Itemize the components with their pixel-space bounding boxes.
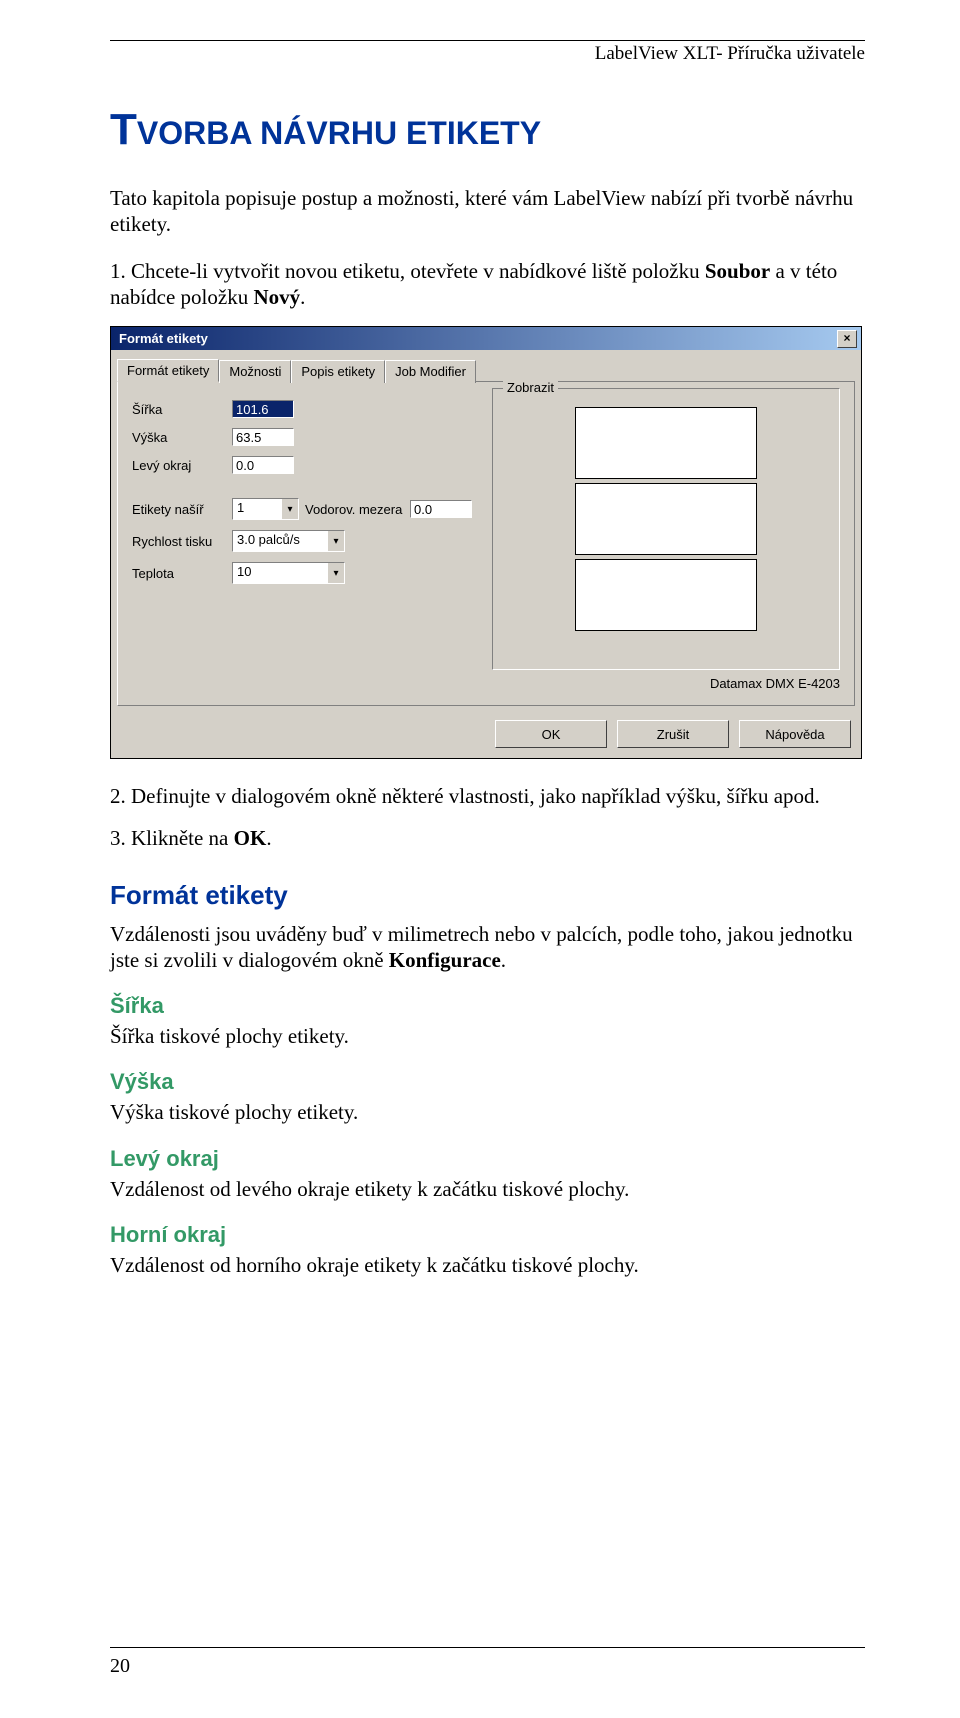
heading-vyska: Výška bbox=[110, 1069, 865, 1095]
step-3: 3. Klikněte na OK. bbox=[110, 825, 865, 851]
dialog-left-column: Šířka 101.6 Výška 63.5 Levý okraj 0.0 Et… bbox=[132, 400, 472, 691]
section-format-etikety: Formát etikety bbox=[110, 880, 865, 911]
title-rest: VORBA NÁVRHU ETIKETY bbox=[137, 115, 541, 151]
header-running-title: LabelView XLT- Příručka uživatele bbox=[110, 43, 865, 65]
text-levy-okraj: Vzdálenost od levého okraje etikety k za… bbox=[110, 1176, 865, 1202]
dialog-right-column: Zobrazit Datamax DMX E-4203 bbox=[472, 400, 840, 691]
cancel-button[interactable]: Zrušit bbox=[617, 720, 729, 748]
heading-levy-okraj: Levý okraj bbox=[110, 1146, 865, 1172]
title-first-letter: T bbox=[110, 105, 137, 154]
label-vodorov-mezera: Vodorov. mezera bbox=[299, 502, 410, 517]
preview-label-rect bbox=[575, 483, 757, 555]
combo-teplota[interactable]: 10 bbox=[232, 562, 345, 584]
label-teplota: Teplota bbox=[132, 566, 232, 581]
label-vyska: Výška bbox=[132, 430, 232, 445]
chevron-down-icon bbox=[327, 563, 344, 583]
format-paragraph: Vzdálenosti jsou uváděny buď v milimetre… bbox=[110, 921, 865, 974]
footer-rule bbox=[110, 1647, 865, 1648]
preview-legend: Zobrazit bbox=[503, 380, 558, 395]
input-sirka[interactable]: 101.6 bbox=[232, 400, 294, 418]
ok-button[interactable]: OK bbox=[495, 720, 607, 748]
intro-paragraph: Tato kapitola popisuje postup a možnosti… bbox=[110, 185, 865, 238]
combo-rychlost-tisku[interactable]: 3.0 palců/s bbox=[232, 530, 345, 552]
step-1: 1. Chcete-li vytvořit novou etiketu, ote… bbox=[110, 258, 865, 311]
tab-popis-etikety[interactable]: Popis etikety bbox=[291, 360, 385, 383]
label-rychlost-tisku: Rychlost tisku bbox=[132, 534, 232, 549]
printer-name: Datamax DMX E-4203 bbox=[492, 676, 840, 691]
heading-sirka: Šířka bbox=[110, 993, 865, 1019]
preview-labels bbox=[575, 407, 757, 631]
chevron-down-icon bbox=[327, 531, 344, 551]
text-horni-okraj: Vzdálenost od horního okraje etikety k z… bbox=[110, 1252, 865, 1278]
step-2: 2. Definujte v dialogovém okně některé v… bbox=[110, 783, 865, 809]
tab-job-modifier[interactable]: Job Modifier bbox=[385, 360, 476, 383]
dialog-button-row: OK Zrušit Nápověda bbox=[111, 714, 861, 758]
dialog-body: Šířka 101.6 Výška 63.5 Levý okraj 0.0 Et… bbox=[117, 382, 855, 706]
dialog-titlebar: Formát etikety × bbox=[111, 327, 861, 350]
dialog-title: Formát etikety bbox=[115, 331, 208, 346]
preview-label-rect bbox=[575, 407, 757, 479]
tab-format-etikety[interactable]: Formát etikety bbox=[117, 359, 219, 382]
label-levy-okraj: Levý okraj bbox=[132, 458, 232, 473]
close-icon[interactable]: × bbox=[837, 330, 857, 348]
input-vodorov-mezera[interactable]: 0.0 bbox=[410, 500, 472, 518]
text-vyska: Výška tiskové plochy etikety. bbox=[110, 1099, 865, 1125]
text-sirka: Šířka tiskové plochy etikety. bbox=[110, 1023, 865, 1049]
preview-label-rect bbox=[575, 559, 757, 631]
tab-moznosti[interactable]: Možnosti bbox=[219, 360, 291, 383]
dialog-format-etikety: Formát etikety × Formát etikety Možnosti… bbox=[110, 326, 862, 759]
page-title: TVORBA NÁVRHU ETIKETY bbox=[110, 105, 865, 155]
help-button[interactable]: Nápověda bbox=[739, 720, 851, 748]
input-vyska[interactable]: 63.5 bbox=[232, 428, 294, 446]
heading-horni-okraj: Horní okraj bbox=[110, 1222, 865, 1248]
label-etikety-nasir: Etikety našíř bbox=[132, 502, 232, 517]
dialog-tabs: Formát etikety Možnosti Popis etikety Jo… bbox=[117, 358, 855, 382]
chevron-down-icon bbox=[281, 499, 298, 519]
header-rule bbox=[110, 40, 865, 41]
input-levy-okraj[interactable]: 0.0 bbox=[232, 456, 294, 474]
preview-group: Zobrazit bbox=[492, 388, 840, 670]
page-number: 20 bbox=[110, 1655, 130, 1678]
label-sirka: Šířka bbox=[132, 402, 232, 417]
combo-etikety-nasir[interactable]: 1 bbox=[232, 498, 299, 520]
